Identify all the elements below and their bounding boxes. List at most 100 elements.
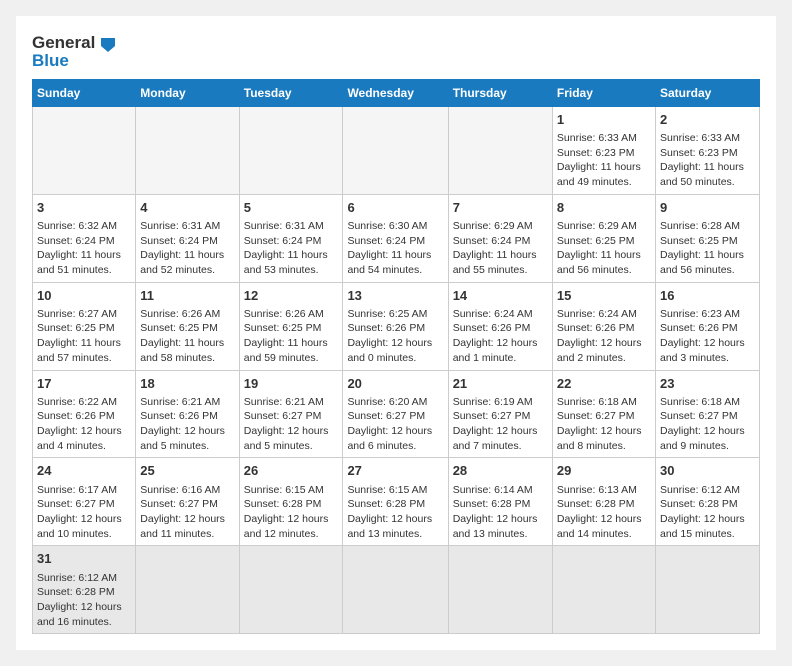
daylight-text: Daylight: 12 hours and 9 minutes. bbox=[660, 424, 755, 453]
sunset-text: Sunset: 6:24 PM bbox=[453, 234, 548, 249]
sunrise-text: Sunrise: 6:31 AM bbox=[140, 219, 234, 234]
day-number: 11 bbox=[140, 287, 234, 305]
logo-blue-label: Blue bbox=[32, 52, 69, 71]
sunset-text: Sunset: 6:27 PM bbox=[453, 409, 548, 424]
daylight-text: Daylight: 12 hours and 8 minutes. bbox=[557, 424, 651, 453]
sunset-text: Sunset: 6:26 PM bbox=[37, 409, 131, 424]
calendar-cell: 18Sunrise: 6:21 AMSunset: 6:26 PMDayligh… bbox=[136, 370, 239, 458]
daylight-text: Daylight: 12 hours and 4 minutes. bbox=[37, 424, 131, 453]
page-header: General Blue bbox=[32, 32, 760, 71]
sunset-text: Sunset: 6:27 PM bbox=[140, 497, 234, 512]
week-row-1: 3Sunrise: 6:32 AMSunset: 6:24 PMDaylight… bbox=[33, 194, 760, 282]
sunrise-text: Sunrise: 6:28 AM bbox=[660, 219, 755, 234]
calendar-cell: 22Sunrise: 6:18 AMSunset: 6:27 PMDayligh… bbox=[552, 370, 655, 458]
daylight-text: Daylight: 11 hours and 56 minutes. bbox=[660, 248, 755, 277]
sunset-text: Sunset: 6:26 PM bbox=[453, 321, 548, 336]
calendar-cell: 26Sunrise: 6:15 AMSunset: 6:28 PMDayligh… bbox=[239, 458, 343, 546]
day-number: 21 bbox=[453, 375, 548, 393]
day-number: 18 bbox=[140, 375, 234, 393]
sunset-text: Sunset: 6:28 PM bbox=[557, 497, 651, 512]
calendar-cell: 24Sunrise: 6:17 AMSunset: 6:27 PMDayligh… bbox=[33, 458, 136, 546]
daylight-text: Daylight: 12 hours and 10 minutes. bbox=[37, 512, 131, 541]
daylight-text: Daylight: 11 hours and 56 minutes. bbox=[557, 248, 651, 277]
sunset-text: Sunset: 6:24 PM bbox=[140, 234, 234, 249]
daylight-text: Daylight: 12 hours and 7 minutes. bbox=[453, 424, 548, 453]
daylight-text: Daylight: 12 hours and 1 minute. bbox=[453, 336, 548, 365]
sunset-text: Sunset: 6:27 PM bbox=[244, 409, 339, 424]
sunset-text: Sunset: 6:25 PM bbox=[557, 234, 651, 249]
sunrise-text: Sunrise: 6:27 AM bbox=[37, 307, 131, 322]
calendar-cell: 23Sunrise: 6:18 AMSunset: 6:27 PMDayligh… bbox=[655, 370, 759, 458]
week-row-3: 17Sunrise: 6:22 AMSunset: 6:26 PMDayligh… bbox=[33, 370, 760, 458]
sunrise-text: Sunrise: 6:31 AM bbox=[244, 219, 339, 234]
day-number: 16 bbox=[660, 287, 755, 305]
daylight-text: Daylight: 12 hours and 3 minutes. bbox=[660, 336, 755, 365]
sunset-text: Sunset: 6:25 PM bbox=[37, 321, 131, 336]
sunset-text: Sunset: 6:24 PM bbox=[347, 234, 443, 249]
calendar-cell: 2Sunrise: 6:33 AMSunset: 6:23 PMDaylight… bbox=[655, 106, 759, 194]
calendar-page: General Blue SundayMondayTuesdayWednesda… bbox=[16, 16, 776, 650]
day-number: 25 bbox=[140, 462, 234, 480]
calendar-table: SundayMondayTuesdayWednesdayThursdayFrid… bbox=[32, 79, 760, 635]
sunset-text: Sunset: 6:26 PM bbox=[140, 409, 234, 424]
daylight-text: Daylight: 12 hours and 12 minutes. bbox=[244, 512, 339, 541]
sunset-text: Sunset: 6:28 PM bbox=[37, 585, 131, 600]
week-row-0: 1Sunrise: 6:33 AMSunset: 6:23 PMDaylight… bbox=[33, 106, 760, 194]
calendar-cell bbox=[136, 106, 239, 194]
sunset-text: Sunset: 6:26 PM bbox=[660, 321, 755, 336]
sunrise-text: Sunrise: 6:20 AM bbox=[347, 395, 443, 410]
sunset-text: Sunset: 6:23 PM bbox=[557, 146, 651, 161]
sunrise-text: Sunrise: 6:24 AM bbox=[557, 307, 651, 322]
calendar-cell bbox=[33, 106, 136, 194]
daylight-text: Daylight: 12 hours and 5 minutes. bbox=[244, 424, 339, 453]
sunrise-text: Sunrise: 6:15 AM bbox=[244, 483, 339, 498]
sunrise-text: Sunrise: 6:12 AM bbox=[37, 571, 131, 586]
calendar-cell: 30Sunrise: 6:12 AMSunset: 6:28 PMDayligh… bbox=[655, 458, 759, 546]
day-number: 6 bbox=[347, 199, 443, 217]
calendar-cell bbox=[239, 106, 343, 194]
day-number: 3 bbox=[37, 199, 131, 217]
sunrise-text: Sunrise: 6:24 AM bbox=[453, 307, 548, 322]
day-number: 2 bbox=[660, 111, 755, 129]
week-row-2: 10Sunrise: 6:27 AMSunset: 6:25 PMDayligh… bbox=[33, 282, 760, 370]
sunset-text: Sunset: 6:23 PM bbox=[660, 146, 755, 161]
sunrise-text: Sunrise: 6:33 AM bbox=[557, 131, 651, 146]
calendar-cell: 20Sunrise: 6:20 AMSunset: 6:27 PMDayligh… bbox=[343, 370, 448, 458]
header-row: SundayMondayTuesdayWednesdayThursdayFrid… bbox=[33, 79, 760, 106]
sunrise-text: Sunrise: 6:25 AM bbox=[347, 307, 443, 322]
sunset-text: Sunset: 6:25 PM bbox=[140, 321, 234, 336]
sunrise-text: Sunrise: 6:21 AM bbox=[140, 395, 234, 410]
daylight-text: Daylight: 11 hours and 54 minutes. bbox=[347, 248, 443, 277]
calendar-cell: 13Sunrise: 6:25 AMSunset: 6:26 PMDayligh… bbox=[343, 282, 448, 370]
day-number: 4 bbox=[140, 199, 234, 217]
day-number: 20 bbox=[347, 375, 443, 393]
daylight-text: Daylight: 12 hours and 13 minutes. bbox=[453, 512, 548, 541]
calendar-cell bbox=[448, 106, 552, 194]
daylight-text: Daylight: 12 hours and 13 minutes. bbox=[347, 512, 443, 541]
day-number: 26 bbox=[244, 462, 339, 480]
sunset-text: Sunset: 6:28 PM bbox=[453, 497, 548, 512]
day-number: 13 bbox=[347, 287, 443, 305]
daylight-text: Daylight: 12 hours and 2 minutes. bbox=[557, 336, 651, 365]
sunrise-text: Sunrise: 6:26 AM bbox=[140, 307, 234, 322]
sunrise-text: Sunrise: 6:33 AM bbox=[660, 131, 755, 146]
calendar-cell: 25Sunrise: 6:16 AMSunset: 6:27 PMDayligh… bbox=[136, 458, 239, 546]
sunrise-text: Sunrise: 6:12 AM bbox=[660, 483, 755, 498]
calendar-cell: 14Sunrise: 6:24 AMSunset: 6:26 PMDayligh… bbox=[448, 282, 552, 370]
sunset-text: Sunset: 6:25 PM bbox=[244, 321, 339, 336]
logo-container: General Blue bbox=[32, 32, 119, 71]
day-number: 30 bbox=[660, 462, 755, 480]
daylight-text: Daylight: 11 hours and 57 minutes. bbox=[37, 336, 131, 365]
calendar-cell: 21 Sunrise: 6:19 AMSunset: 6:27 PMDayligh… bbox=[448, 370, 552, 458]
sunrise-text: Sunrise: 6:19 AM bbox=[453, 395, 548, 410]
col-header-saturday: Saturday bbox=[655, 79, 759, 106]
calendar-cell bbox=[343, 546, 448, 634]
calendar-cell: 5Sunrise: 6:31 AMSunset: 6:24 PMDaylight… bbox=[239, 194, 343, 282]
calendar-cell: 4Sunrise: 6:31 AMSunset: 6:24 PMDaylight… bbox=[136, 194, 239, 282]
calendar-cell bbox=[343, 106, 448, 194]
daylight-text: Daylight: 11 hours and 53 minutes. bbox=[244, 248, 339, 277]
calendar-cell bbox=[136, 546, 239, 634]
calendar-cell: 17Sunrise: 6:22 AMSunset: 6:26 PMDayligh… bbox=[33, 370, 136, 458]
sunrise-text: Sunrise: 6:15 AM bbox=[347, 483, 443, 498]
sunset-text: Sunset: 6:27 PM bbox=[37, 497, 131, 512]
